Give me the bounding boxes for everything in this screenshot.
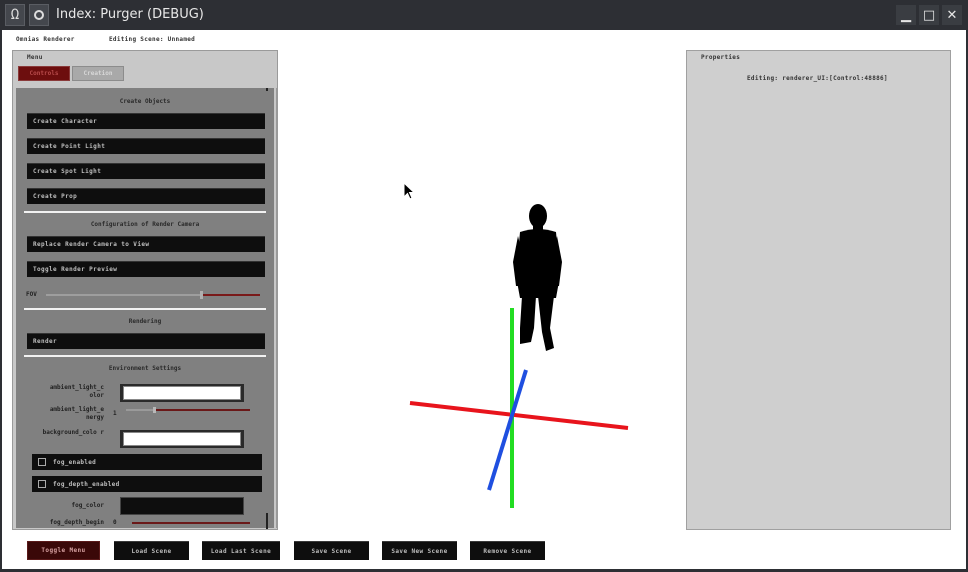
app-window: Ω Index: Purger (DEBUG) ▁ □ ✕ Omnias Ren… bbox=[0, 0, 968, 572]
close-button[interactable]: ✕ bbox=[942, 5, 962, 25]
menu-scroll-area[interactable]: Create Objects Create Character Create P… bbox=[16, 88, 274, 528]
fog-depth-begin-slider[interactable] bbox=[132, 522, 250, 524]
minimize-icon: ▁ bbox=[901, 7, 911, 23]
ambient-light-color-field[interactable] bbox=[120, 384, 244, 402]
remove-scene-button[interactable]: Remove Scene bbox=[470, 541, 545, 560]
fog-enabled-checkbox[interactable]: fog_enabled bbox=[32, 454, 262, 470]
create-prop-button[interactable]: Create Prop bbox=[27, 188, 265, 204]
ambient-light-color-label: ambient_light_c olor bbox=[49, 384, 104, 399]
energy-slider-grabber[interactable] bbox=[153, 407, 156, 413]
toggle-menu-button[interactable]: Toggle Menu bbox=[27, 541, 100, 560]
fog-enabled-label: fog_enabled bbox=[53, 458, 97, 466]
renderer-label: Omnias Renderer bbox=[16, 36, 75, 43]
ambient-light-energy-label: ambient_light_e nergy bbox=[49, 406, 104, 421]
checkbox-icon bbox=[38, 480, 46, 488]
fov-slider-grabber[interactable] bbox=[200, 291, 203, 299]
section-title-create-objects: Create Objects bbox=[119, 98, 171, 105]
checkbox-icon bbox=[38, 458, 46, 466]
fog-depth-begin-label: fog_depth_begin bbox=[49, 519, 104, 526]
tab-controls[interactable]: Controls bbox=[18, 66, 70, 81]
fog-depth-begin-value: 0 bbox=[113, 519, 117, 526]
omega-icon[interactable]: Ω bbox=[5, 4, 25, 26]
fog-depth-enabled-label: fog_depth_enabled bbox=[53, 480, 120, 488]
divider bbox=[24, 211, 266, 213]
properties-title: Properties bbox=[701, 54, 741, 61]
section-title-render-camera: Configuration of Render Camera bbox=[90, 221, 200, 228]
fog-color-field[interactable] bbox=[120, 497, 244, 515]
fog-depth-enabled-checkbox[interactable]: fog_depth_enabled bbox=[32, 476, 262, 492]
load-last-scene-button[interactable]: Load Last Scene bbox=[202, 541, 280, 560]
x-axis-line bbox=[409, 401, 629, 430]
load-scene-button[interactable]: Load Scene bbox=[114, 541, 189, 560]
character-silhouette[interactable] bbox=[513, 204, 562, 351]
save-scene-button[interactable]: Save Scene bbox=[294, 541, 369, 560]
menu-panel: Menu Controls Creation Create Objects Cr… bbox=[12, 50, 278, 530]
fov-slider-fill bbox=[200, 294, 260, 296]
maximize-icon: □ bbox=[922, 7, 936, 23]
background-color-label: background_colo r bbox=[42, 429, 104, 436]
background-color-field[interactable] bbox=[120, 430, 244, 448]
pin-icon[interactable] bbox=[29, 4, 49, 26]
editing-scene-label: Editing Scene: Unnamed bbox=[109, 36, 196, 43]
scrollbar-top-marker bbox=[266, 88, 268, 91]
ambient-light-energy-slider[interactable] bbox=[126, 405, 250, 415]
mouse-cursor-icon bbox=[403, 181, 416, 204]
render-button[interactable]: Render bbox=[27, 333, 265, 349]
create-spot-light-button[interactable]: Create Spot Light bbox=[27, 163, 265, 179]
3d-viewport[interactable] bbox=[280, 50, 684, 530]
replace-render-camera-button[interactable]: Replace Render Camera to View bbox=[27, 236, 265, 252]
scrollbar-thumb[interactable] bbox=[266, 513, 268, 529]
minimize-button[interactable]: ▁ bbox=[896, 5, 916, 25]
section-title-rendering: Rendering bbox=[128, 318, 162, 325]
close-icon: ✕ bbox=[946, 7, 958, 23]
divider bbox=[24, 308, 266, 310]
window-title: Index: Purger (DEBUG) bbox=[56, 7, 204, 22]
menu-title: Menu bbox=[27, 54, 43, 61]
toggle-render-preview-button[interactable]: Toggle Render Preview bbox=[27, 261, 265, 277]
tab-creation[interactable]: Creation bbox=[72, 66, 124, 81]
divider bbox=[24, 355, 266, 357]
section-title-environment: Environment Settings bbox=[108, 365, 182, 372]
window-frame-left bbox=[0, 30, 2, 572]
z-axis-line bbox=[487, 369, 528, 491]
properties-editing-label: Editing: renderer_UI:[Control:48886] bbox=[747, 75, 888, 82]
energy-slider-fill bbox=[153, 409, 250, 411]
save-new-scene-button[interactable]: Save New Scene bbox=[382, 541, 457, 560]
properties-panel: Properties Editing: renderer_UI:[Control… bbox=[686, 50, 951, 530]
fog-color-label: fog_color bbox=[71, 502, 104, 509]
fov-slider[interactable] bbox=[46, 291, 260, 299]
title-bar: Ω Index: Purger (DEBUG) ▁ □ ✕ bbox=[0, 0, 968, 30]
create-character-button[interactable]: Create Character bbox=[27, 113, 265, 129]
maximize-button[interactable]: □ bbox=[919, 5, 939, 25]
create-point-light-button[interactable]: Create Point Light bbox=[27, 138, 265, 154]
fov-label: FOV bbox=[26, 291, 37, 298]
ambient-light-energy-value: 1 bbox=[113, 410, 117, 417]
menu-scrollbar[interactable] bbox=[276, 88, 278, 528]
